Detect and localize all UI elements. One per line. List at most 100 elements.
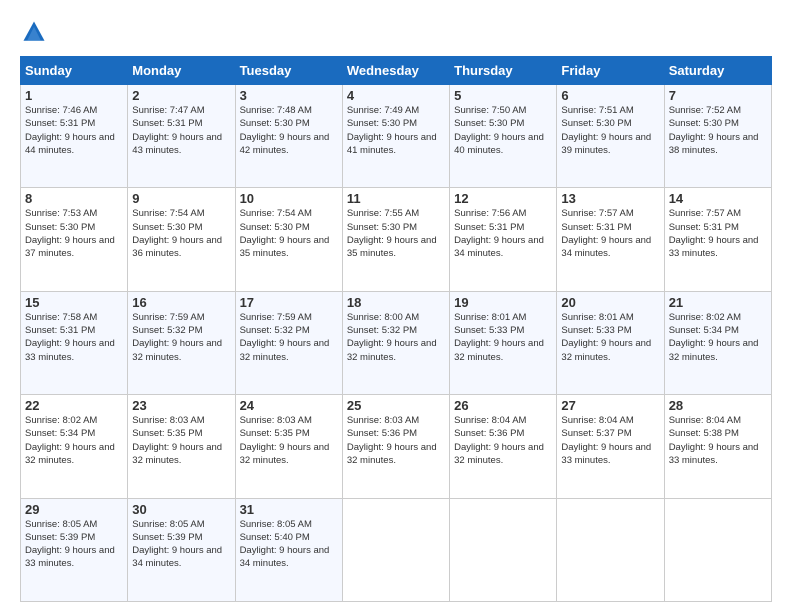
calendar-cell: 24 Sunrise: 8:03 AMSunset: 5:35 PMDaylig… xyxy=(235,395,342,498)
day-number: 28 xyxy=(669,398,767,413)
calendar-cell: 9 Sunrise: 7:54 AMSunset: 5:30 PMDayligh… xyxy=(128,188,235,291)
calendar-cell: 21 Sunrise: 8:02 AMSunset: 5:34 PMDaylig… xyxy=(664,291,771,394)
calendar-cell: 2 Sunrise: 7:47 AMSunset: 5:31 PMDayligh… xyxy=(128,85,235,188)
day-info: Sunrise: 8:02 AMSunset: 5:34 PMDaylight:… xyxy=(25,415,115,466)
day-info: Sunrise: 7:57 AMSunset: 5:31 PMDaylight:… xyxy=(669,208,759,259)
day-info: Sunrise: 7:48 AMSunset: 5:30 PMDaylight:… xyxy=(240,105,330,156)
calendar-cell: 6 Sunrise: 7:51 AMSunset: 5:30 PMDayligh… xyxy=(557,85,664,188)
day-number: 9 xyxy=(132,191,230,206)
day-info: Sunrise: 7:58 AMSunset: 5:31 PMDaylight:… xyxy=(25,312,115,363)
day-info: Sunrise: 8:03 AMSunset: 5:36 PMDaylight:… xyxy=(347,415,437,466)
day-number: 11 xyxy=(347,191,445,206)
day-number: 31 xyxy=(240,502,338,517)
calendar-cell: 26 Sunrise: 8:04 AMSunset: 5:36 PMDaylig… xyxy=(450,395,557,498)
calendar-cell: 14 Sunrise: 7:57 AMSunset: 5:31 PMDaylig… xyxy=(664,188,771,291)
day-number: 1 xyxy=(25,88,123,103)
calendar-header-thursday: Thursday xyxy=(450,57,557,85)
logo xyxy=(20,18,54,46)
day-number: 15 xyxy=(25,295,123,310)
calendar-header-saturday: Saturday xyxy=(664,57,771,85)
day-number: 13 xyxy=(561,191,659,206)
calendar-cell: 4 Sunrise: 7:49 AMSunset: 5:30 PMDayligh… xyxy=(342,85,449,188)
day-info: Sunrise: 7:59 AMSunset: 5:32 PMDaylight:… xyxy=(240,312,330,363)
calendar-header-tuesday: Tuesday xyxy=(235,57,342,85)
day-info: Sunrise: 7:46 AMSunset: 5:31 PMDaylight:… xyxy=(25,105,115,156)
day-info: Sunrise: 8:04 AMSunset: 5:36 PMDaylight:… xyxy=(454,415,544,466)
calendar-cell: 8 Sunrise: 7:53 AMSunset: 5:30 PMDayligh… xyxy=(21,188,128,291)
day-info: Sunrise: 7:50 AMSunset: 5:30 PMDaylight:… xyxy=(454,105,544,156)
calendar-cell: 5 Sunrise: 7:50 AMSunset: 5:30 PMDayligh… xyxy=(450,85,557,188)
calendar-cell: 13 Sunrise: 7:57 AMSunset: 5:31 PMDaylig… xyxy=(557,188,664,291)
calendar-week-2: 8 Sunrise: 7:53 AMSunset: 5:30 PMDayligh… xyxy=(21,188,772,291)
calendar-cell: 25 Sunrise: 8:03 AMSunset: 5:36 PMDaylig… xyxy=(342,395,449,498)
calendar-header-sunday: Sunday xyxy=(21,57,128,85)
day-number: 3 xyxy=(240,88,338,103)
day-number: 26 xyxy=(454,398,552,413)
day-info: Sunrise: 7:49 AMSunset: 5:30 PMDaylight:… xyxy=(347,105,437,156)
day-info: Sunrise: 7:54 AMSunset: 5:30 PMDaylight:… xyxy=(132,208,222,259)
calendar-cell xyxy=(557,498,664,601)
page: SundayMondayTuesdayWednesdayThursdayFrid… xyxy=(0,0,792,612)
day-number: 20 xyxy=(561,295,659,310)
calendar-header-friday: Friday xyxy=(557,57,664,85)
day-number: 16 xyxy=(132,295,230,310)
calendar-header-wednesday: Wednesday xyxy=(342,57,449,85)
day-number: 27 xyxy=(561,398,659,413)
calendar-header-monday: Monday xyxy=(128,57,235,85)
header xyxy=(20,18,772,46)
day-info: Sunrise: 8:01 AMSunset: 5:33 PMDaylight:… xyxy=(454,312,544,363)
day-info: Sunrise: 8:05 AMSunset: 5:40 PMDaylight:… xyxy=(240,519,330,570)
day-info: Sunrise: 7:53 AMSunset: 5:30 PMDaylight:… xyxy=(25,208,115,259)
day-number: 19 xyxy=(454,295,552,310)
day-number: 10 xyxy=(240,191,338,206)
calendar-week-4: 22 Sunrise: 8:02 AMSunset: 5:34 PMDaylig… xyxy=(21,395,772,498)
day-info: Sunrise: 8:04 AMSunset: 5:38 PMDaylight:… xyxy=(669,415,759,466)
calendar-cell: 22 Sunrise: 8:02 AMSunset: 5:34 PMDaylig… xyxy=(21,395,128,498)
day-info: Sunrise: 8:04 AMSunset: 5:37 PMDaylight:… xyxy=(561,415,651,466)
calendar-table: SundayMondayTuesdayWednesdayThursdayFrid… xyxy=(20,56,772,602)
calendar-cell xyxy=(450,498,557,601)
calendar-cell: 7 Sunrise: 7:52 AMSunset: 5:30 PMDayligh… xyxy=(664,85,771,188)
calendar-cell: 28 Sunrise: 8:04 AMSunset: 5:38 PMDaylig… xyxy=(664,395,771,498)
day-info: Sunrise: 7:57 AMSunset: 5:31 PMDaylight:… xyxy=(561,208,651,259)
calendar-cell: 3 Sunrise: 7:48 AMSunset: 5:30 PMDayligh… xyxy=(235,85,342,188)
day-number: 17 xyxy=(240,295,338,310)
day-info: Sunrise: 8:01 AMSunset: 5:33 PMDaylight:… xyxy=(561,312,651,363)
day-info: Sunrise: 8:05 AMSunset: 5:39 PMDaylight:… xyxy=(132,519,222,570)
calendar-cell: 15 Sunrise: 7:58 AMSunset: 5:31 PMDaylig… xyxy=(21,291,128,394)
calendar-week-3: 15 Sunrise: 7:58 AMSunset: 5:31 PMDaylig… xyxy=(21,291,772,394)
calendar-cell: 20 Sunrise: 8:01 AMSunset: 5:33 PMDaylig… xyxy=(557,291,664,394)
day-info: Sunrise: 8:05 AMSunset: 5:39 PMDaylight:… xyxy=(25,519,115,570)
day-info: Sunrise: 7:51 AMSunset: 5:30 PMDaylight:… xyxy=(561,105,651,156)
calendar-cell: 30 Sunrise: 8:05 AMSunset: 5:39 PMDaylig… xyxy=(128,498,235,601)
day-info: Sunrise: 8:02 AMSunset: 5:34 PMDaylight:… xyxy=(669,312,759,363)
calendar-cell: 1 Sunrise: 7:46 AMSunset: 5:31 PMDayligh… xyxy=(21,85,128,188)
logo-icon xyxy=(20,18,48,46)
day-number: 4 xyxy=(347,88,445,103)
day-number: 23 xyxy=(132,398,230,413)
day-info: Sunrise: 7:47 AMSunset: 5:31 PMDaylight:… xyxy=(132,105,222,156)
calendar-cell: 16 Sunrise: 7:59 AMSunset: 5:32 PMDaylig… xyxy=(128,291,235,394)
day-number: 7 xyxy=(669,88,767,103)
calendar-cell: 10 Sunrise: 7:54 AMSunset: 5:30 PMDaylig… xyxy=(235,188,342,291)
day-number: 22 xyxy=(25,398,123,413)
day-number: 24 xyxy=(240,398,338,413)
day-number: 21 xyxy=(669,295,767,310)
calendar-week-5: 29 Sunrise: 8:05 AMSunset: 5:39 PMDaylig… xyxy=(21,498,772,601)
day-number: 2 xyxy=(132,88,230,103)
calendar-week-1: 1 Sunrise: 7:46 AMSunset: 5:31 PMDayligh… xyxy=(21,85,772,188)
calendar-cell: 11 Sunrise: 7:55 AMSunset: 5:30 PMDaylig… xyxy=(342,188,449,291)
calendar-cell: 23 Sunrise: 8:03 AMSunset: 5:35 PMDaylig… xyxy=(128,395,235,498)
calendar-cell: 31 Sunrise: 8:05 AMSunset: 5:40 PMDaylig… xyxy=(235,498,342,601)
day-number: 14 xyxy=(669,191,767,206)
calendar-cell xyxy=(342,498,449,601)
day-number: 6 xyxy=(561,88,659,103)
day-info: Sunrise: 7:56 AMSunset: 5:31 PMDaylight:… xyxy=(454,208,544,259)
calendar-cell: 18 Sunrise: 8:00 AMSunset: 5:32 PMDaylig… xyxy=(342,291,449,394)
day-info: Sunrise: 7:55 AMSunset: 5:30 PMDaylight:… xyxy=(347,208,437,259)
day-number: 8 xyxy=(25,191,123,206)
day-number: 5 xyxy=(454,88,552,103)
day-number: 12 xyxy=(454,191,552,206)
day-number: 29 xyxy=(25,502,123,517)
day-number: 25 xyxy=(347,398,445,413)
